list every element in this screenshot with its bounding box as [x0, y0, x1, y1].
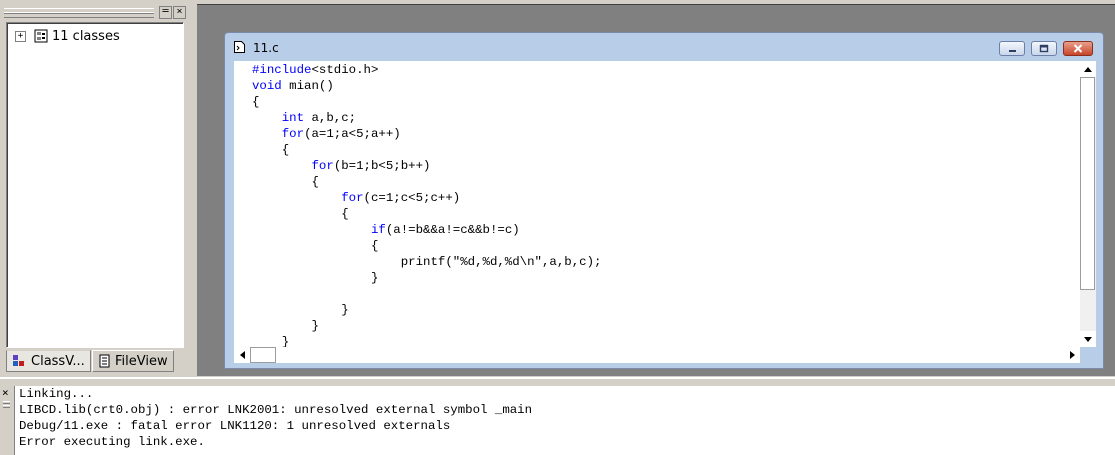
code-line: for(c=1;c<5;c++) [341, 191, 461, 205]
minimize-button[interactable] [999, 41, 1025, 56]
vertical-scroll-thumb[interactable] [1080, 77, 1095, 290]
minimize-icon [1008, 50, 1016, 52]
fileview-icon [99, 354, 110, 368]
tab-classview-label: ClassV... [31, 353, 85, 369]
output-grip[interactable] [3, 405, 10, 408]
code-line: } [252, 271, 379, 285]
source-code: #include<stdio.h> void mian() { int a,b,c;… [252, 62, 601, 347]
scroll-left-button[interactable] [234, 347, 250, 363]
restore-button[interactable] [1031, 41, 1057, 56]
tree-item-label: 11 classes [52, 28, 120, 44]
tab-classview[interactable]: ClassV... [6, 350, 91, 372]
workspace-pane: ═ × + 11 classes ClassV... FileView [0, 0, 195, 376]
class-tree: + 11 classes [6, 22, 184, 348]
editor-window[interactable]: 11.c #include<stdio.h> void mian() { int a… [224, 32, 1104, 369]
mdi-top-edge [197, 0, 1115, 5]
horizontal-scrollbar[interactable] [234, 347, 1080, 363]
code-line: #include<stdio.h> [252, 63, 379, 77]
code-line: for(a=1;a<5;a++) [281, 127, 401, 141]
build-output[interactable]: Linking... LIBCD.lib(crt0.obj) : error LN… [14, 386, 1115, 455]
scroll-up-button[interactable] [1080, 61, 1096, 77]
arrow-left-icon [239, 351, 245, 359]
vertical-scrollbar[interactable] [1080, 61, 1096, 347]
restore-icon [1039, 44, 1049, 53]
arrow-down-icon [1084, 336, 1092, 342]
code-line: { [252, 143, 290, 157]
code-line: } [252, 319, 319, 333]
code-line: } [252, 303, 349, 317]
class-folder-icon [34, 29, 48, 43]
code-line: } [252, 335, 290, 347]
output-line: Debug/11.exe : fatal error LNK1120: 1 un… [19, 419, 451, 433]
output-close-button[interactable]: × [2, 386, 9, 399]
tree-expand-icon[interactable]: + [15, 30, 26, 42]
tree-item-classes[interactable]: + 11 classes [15, 28, 120, 44]
arrow-up-icon [1084, 66, 1092, 72]
classview-icon [13, 355, 24, 366]
workspace-dock-button[interactable]: ═ [159, 6, 172, 19]
output-line: LIBCD.lib(crt0.obj) : error LNK2001: unr… [19, 403, 533, 417]
workspace-close-button[interactable]: × [173, 6, 186, 19]
workspace-grip[interactable] [4, 8, 154, 18]
output-line: Error executing link.exe. [19, 435, 205, 449]
editor-title: 11.c [253, 41, 279, 55]
horizontal-scroll-thumb[interactable] [250, 347, 276, 363]
editor-title-bar[interactable]: 11.c [225, 33, 1103, 61]
code-line: if(a!=b&&a!=c&&b!=c) [370, 223, 520, 237]
code-line: { [252, 95, 260, 109]
tab-fileview[interactable]: FileView [92, 350, 174, 372]
scroll-down-button[interactable] [1080, 331, 1096, 347]
arrow-right-icon [1069, 351, 1075, 359]
code-line: printf("%d,%d,%d\n",a,b,c); [252, 255, 602, 269]
close-button[interactable] [1063, 41, 1093, 56]
code-line: { [252, 207, 349, 221]
code-line: for(b=1;b<5;b++) [311, 159, 431, 173]
code-editor[interactable]: #include<stdio.h> void mian() { int a,b,c;… [234, 61, 1080, 347]
scroll-right-button[interactable] [1064, 347, 1080, 363]
tab-fileview-label: FileView [115, 353, 168, 369]
close-icon [1073, 44, 1083, 53]
output-line: Linking... [19, 387, 94, 401]
output-pane: × Linking... LIBCD.lib(crt0.obj) : error … [0, 377, 1115, 455]
output-grip[interactable] [3, 401, 10, 404]
code-line: void mian() [252, 79, 334, 93]
source-file-icon [234, 41, 245, 53]
build-output-text: Linking... LIBCD.lib(crt0.obj) : error LN… [15, 386, 1115, 450]
code-line: { [252, 239, 379, 253]
code-line: int a,b,c; [281, 111, 357, 125]
code-line: { [252, 175, 319, 189]
